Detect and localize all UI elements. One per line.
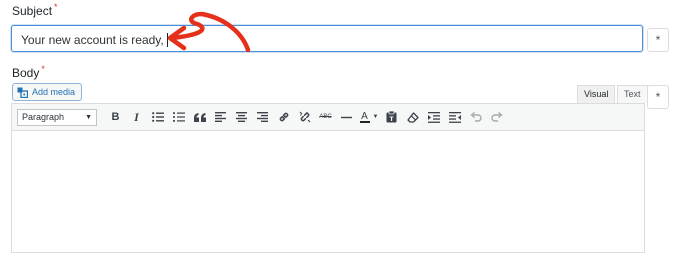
insert-link-button[interactable] — [273, 107, 294, 127]
body-label: Body * — [12, 64, 45, 80]
bullet-list-button[interactable] — [147, 107, 168, 127]
text-color-button[interactable]: A ▼ — [357, 107, 381, 127]
body-editor[interactable]: Paragraph ▼ B I ABC A ▼ T — [11, 103, 645, 253]
red-arrow-annotation — [167, 11, 251, 53]
clipboard-icon: T — [386, 111, 397, 123]
blockquote-button[interactable] — [189, 107, 210, 127]
add-media-label: Add media — [32, 87, 76, 97]
strikethrough-button[interactable]: ABC — [315, 107, 336, 127]
align-left-icon — [215, 112, 226, 122]
align-right-button[interactable] — [252, 107, 273, 127]
align-left-button[interactable] — [210, 107, 231, 127]
horizontal-line-button[interactable] — [336, 107, 357, 127]
add-media-button[interactable]: Add media — [12, 83, 83, 101]
body-required-mark: * — [41, 64, 45, 74]
subject-required-mark: * — [54, 2, 58, 12]
format-select[interactable]: Paragraph ▼ — [17, 108, 97, 126]
text-color-icon: A — [359, 110, 370, 123]
strikethrough-icon: ABC — [319, 114, 332, 120]
undo-button[interactable] — [465, 107, 486, 127]
indent-button[interactable] — [423, 107, 444, 127]
editor-toolbar: Paragraph ▼ B I ABC A ▼ T — [12, 104, 644, 131]
indent-icon — [427, 111, 440, 123]
paste-as-text-button[interactable]: T — [381, 107, 402, 127]
link-icon — [279, 112, 288, 122]
outdent-icon — [448, 111, 461, 123]
asterisk-icon: * — [655, 90, 661, 104]
outdent-button[interactable] — [444, 107, 465, 127]
asterisk-icon: * — [655, 33, 661, 47]
blockquote-icon — [193, 112, 206, 122]
add-media-icon — [17, 87, 28, 98]
horizontal-line-icon — [341, 116, 352, 118]
numbered-list-icon — [172, 112, 185, 122]
numbered-list-button[interactable] — [168, 107, 189, 127]
italic-button[interactable]: I — [126, 107, 147, 127]
body-merge-tag-button[interactable]: * — [647, 85, 669, 109]
align-center-button[interactable] — [231, 107, 252, 127]
subject-input[interactable]: Your new account is ready, — [11, 25, 643, 52]
tab-text[interactable]: Text — [617, 85, 648, 103]
tab-visual[interactable]: Visual — [577, 85, 616, 103]
remove-link-button[interactable] — [294, 107, 315, 127]
chevron-down-icon: ▼ — [85, 113, 92, 121]
redo-icon — [490, 112, 503, 122]
chevron-down-icon: ▼ — [372, 114, 379, 120]
subject-merge-tag-button[interactable]: * — [647, 28, 669, 52]
align-right-icon — [257, 112, 268, 122]
eraser-icon — [406, 111, 419, 123]
bullet-list-icon — [151, 112, 164, 122]
undo-icon — [469, 112, 482, 122]
redo-button[interactable] — [486, 107, 507, 127]
unlink-icon — [299, 111, 310, 123]
subject-input-value: Your new account is ready, — [21, 33, 164, 47]
subject-label: Subject * — [12, 2, 58, 18]
align-center-icon — [236, 112, 247, 122]
clear-formatting-button[interactable] — [402, 107, 423, 127]
bold-button[interactable]: B — [105, 107, 126, 127]
